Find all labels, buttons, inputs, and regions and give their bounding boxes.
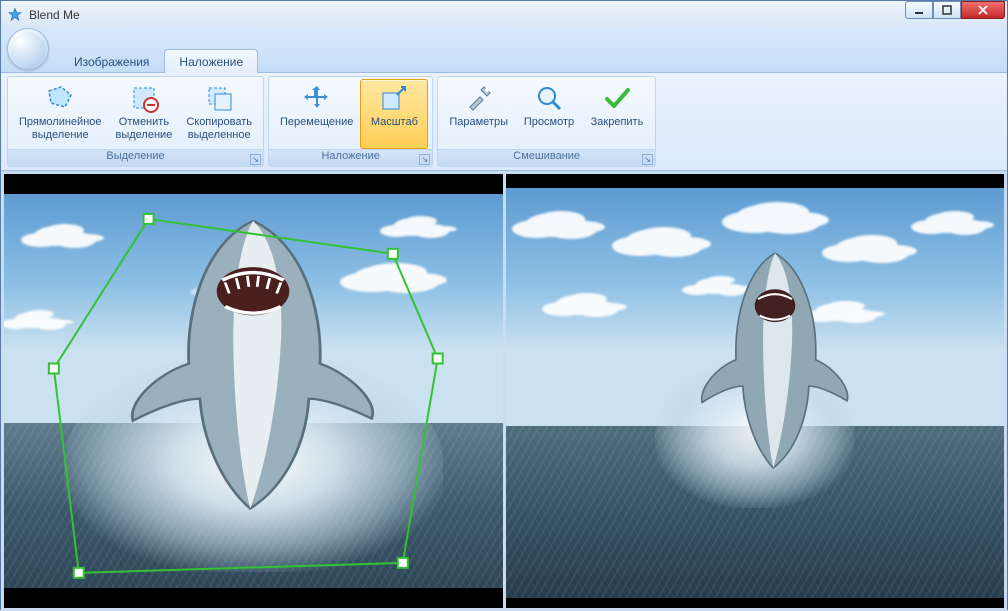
source-image <box>4 194 503 588</box>
scale-icon <box>378 82 410 114</box>
group-title-label: Наложение <box>321 150 379 162</box>
dialog-launcher-icon[interactable]: ↘ <box>419 154 430 165</box>
dialog-launcher-icon[interactable]: ↘ <box>250 154 261 165</box>
ribbon: Прямолинейное выделение Отменить выделен… <box>1 73 1007 171</box>
button-label: Масштаб <box>371 116 418 129</box>
button-parameters[interactable]: Параметры <box>442 79 515 149</box>
result-image-pane[interactable] <box>506 174 1005 608</box>
close-button[interactable] <box>961 1 1005 19</box>
app-icon <box>7 7 23 23</box>
shark-left <box>114 210 393 517</box>
ribbon-group-overlay: Перемещение Масштаб Наложение ↘ <box>268 76 433 167</box>
ribbon-tab-row: Изображения Наложение <box>1 29 1007 73</box>
button-label: Скопировать выделенное <box>186 116 252 142</box>
button-label: Перемещение <box>280 116 353 129</box>
title-bar: Blend Me <box>1 1 1007 29</box>
button-move[interactable]: Перемещение <box>273 79 360 149</box>
ribbon-group-blending: Параметры Просмотр Закрепить Смешивание … <box>437 76 656 167</box>
move-icon <box>301 82 333 114</box>
group-title-label: Смешивание <box>513 150 580 162</box>
workspace <box>1 171 1007 611</box>
button-apply[interactable]: Закрепить <box>583 79 651 149</box>
ribbon-group-selection: Прямолинейное выделение Отменить выделен… <box>7 76 264 167</box>
minimize-button[interactable] <box>905 1 933 19</box>
copy-selection-icon <box>203 82 235 114</box>
group-title: Смешивание ↘ <box>438 149 655 166</box>
button-label: Закрепить <box>591 116 644 129</box>
group-title: Наложение ↘ <box>269 149 432 166</box>
button-copy-selection[interactable]: Скопировать выделенное <box>179 79 259 149</box>
tab-overlay[interactable]: Наложение <box>164 49 258 73</box>
window-title: Blend Me <box>29 8 80 22</box>
group-title-label: Выделение <box>106 150 164 162</box>
button-scale[interactable]: Масштаб <box>360 79 428 149</box>
tab-images[interactable]: Изображения <box>59 49 164 73</box>
button-label: Прямолинейное выделение <box>19 116 102 142</box>
button-label: Просмотр <box>524 116 574 129</box>
app-orb-button[interactable] <box>7 28 49 70</box>
polygon-select-icon <box>44 82 76 114</box>
shark-right <box>690 245 859 475</box>
cancel-selection-icon <box>128 82 160 114</box>
button-cancel-selection[interactable]: Отменить выделение <box>109 79 180 149</box>
button-label: Параметры <box>449 116 508 129</box>
button-preview[interactable]: Просмотр <box>515 79 583 149</box>
maximize-button[interactable] <box>933 1 961 19</box>
checkmark-icon <box>601 82 633 114</box>
button-label: Отменить выделение <box>116 116 173 142</box>
window-controls <box>905 1 1005 19</box>
dialog-launcher-icon[interactable]: ↘ <box>642 154 653 165</box>
group-title: Выделение ↘ <box>8 149 263 166</box>
button-rectilinear-selection[interactable]: Прямолинейное выделение <box>12 79 109 149</box>
result-image <box>506 188 1005 598</box>
tools-icon <box>463 82 495 114</box>
source-image-pane[interactable] <box>4 174 503 608</box>
magnifier-icon <box>533 82 565 114</box>
